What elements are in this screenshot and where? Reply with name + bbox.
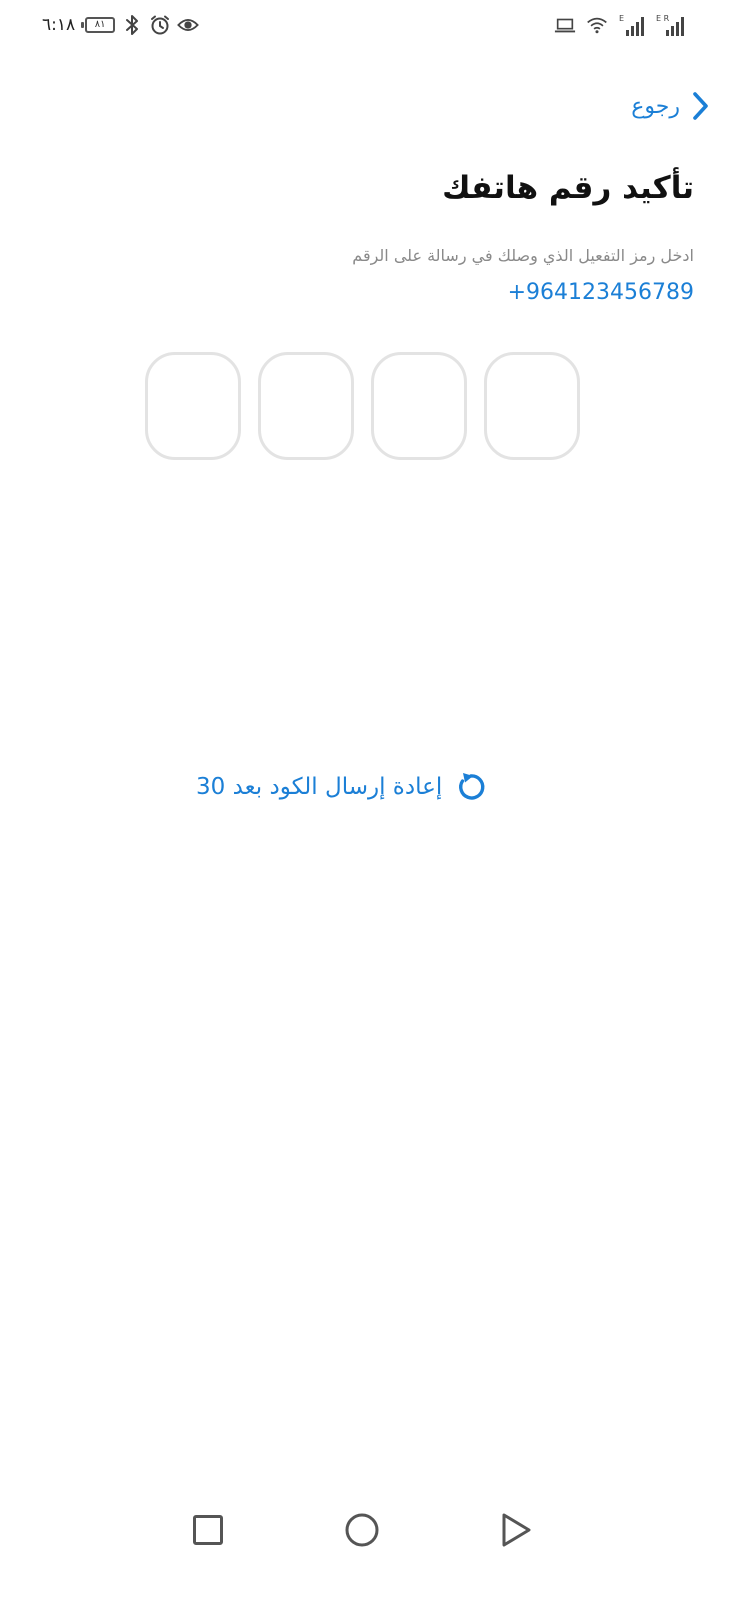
recents-square-icon[interactable] bbox=[186, 1508, 230, 1552]
status-bar: ٦:١٨ ٨١ E E R bbox=[0, 0, 738, 50]
wifi-icon bbox=[586, 14, 608, 36]
battery-level: ٨١ bbox=[94, 19, 106, 30]
otp-digit-2[interactable] bbox=[371, 352, 467, 460]
bluetooth-icon bbox=[121, 14, 143, 36]
eye-comfort-icon bbox=[177, 14, 200, 36]
otp-digit-3[interactable] bbox=[258, 352, 354, 460]
status-bar-right: E E R bbox=[554, 12, 686, 38]
signal-1-label: E bbox=[619, 14, 624, 23]
phone-number: +964123456789 bbox=[507, 280, 694, 305]
otp-digit-4[interactable] bbox=[145, 352, 241, 460]
resend-label: إعادة إرسال الكود بعد 30 bbox=[196, 774, 443, 800]
battery-icon: ٨١ bbox=[81, 17, 116, 33]
laptop-icon bbox=[554, 14, 576, 36]
status-time: ٦:١٨ bbox=[42, 15, 76, 35]
back-label: رجوع bbox=[631, 93, 680, 119]
instruction-text: ادخل رمز التفعيل الذي وصلك في رسالة على … bbox=[352, 246, 694, 265]
status-bar-left: ٦:١٨ ٨١ bbox=[42, 10, 200, 40]
back-button[interactable]: رجوع bbox=[631, 82, 710, 130]
otp-input-group bbox=[145, 352, 580, 460]
otp-digit-1[interactable] bbox=[484, 352, 580, 460]
back-triangle-icon[interactable] bbox=[494, 1508, 538, 1552]
system-nav-bar bbox=[0, 1490, 738, 1570]
signal-1-icon: E bbox=[618, 14, 646, 36]
resend-code-button[interactable]: إعادة إرسال الكود بعد 30 bbox=[196, 764, 488, 810]
page-title: تأكيد رقم هاتفك bbox=[442, 170, 694, 206]
signal-2-icon: E R bbox=[656, 14, 686, 36]
chevron-right-icon bbox=[693, 92, 708, 120]
home-circle-icon[interactable] bbox=[340, 1508, 384, 1552]
refresh-icon bbox=[459, 773, 485, 800]
signal-2-label: E R bbox=[656, 14, 670, 23]
alarm-icon bbox=[149, 14, 171, 36]
